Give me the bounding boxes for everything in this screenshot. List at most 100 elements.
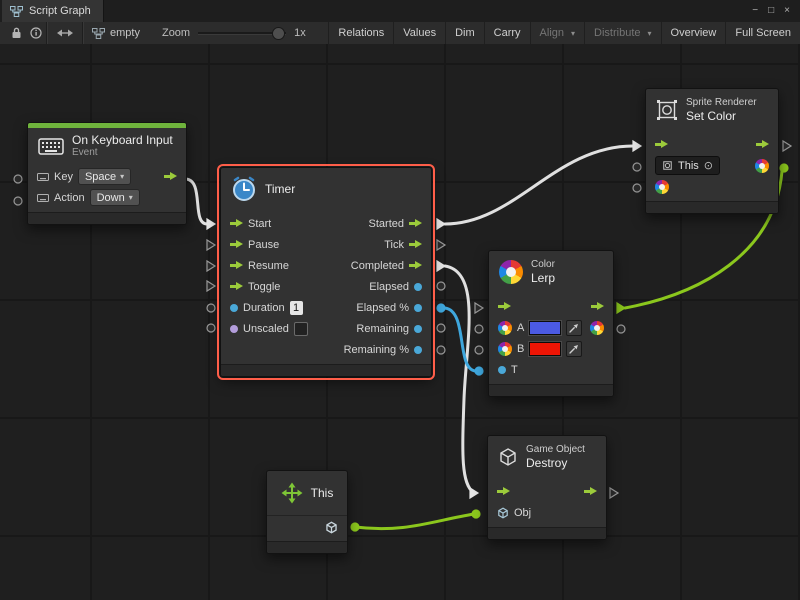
full-screen-button[interactable]: Full Screen (725, 22, 800, 44)
flow-in-arrow-icon[interactable] (230, 218, 243, 229)
zoom-slider[interactable] (196, 22, 288, 44)
flow-in-arrow-icon[interactable] (230, 239, 243, 250)
node-this[interactable]: This (266, 470, 348, 554)
flow-in-arrow-icon[interactable] (230, 260, 243, 271)
port-setcolor-target-in[interactable] (633, 163, 641, 171)
port-lerp-value-out[interactable] (617, 325, 625, 333)
key-dropdown[interactable]: Space (78, 168, 131, 185)
port-timer-remaining-out[interactable] (437, 324, 445, 332)
port-this-out[interactable] (351, 523, 359, 531)
port-setcolor-value-out[interactable] (780, 164, 788, 172)
flow-out-arrow-icon[interactable] (591, 301, 604, 312)
flow-out-arrow-icon[interactable] (409, 260, 422, 271)
node-destroy[interactable]: Game Object Destroy Obj (487, 435, 607, 540)
minimize-button[interactable]: − (752, 6, 758, 16)
value-port-icon[interactable] (498, 366, 506, 374)
port-timer-remaining-pct-out[interactable] (437, 346, 445, 354)
value-port-icon[interactable] (414, 325, 422, 333)
overview-button[interactable]: Overview (661, 22, 726, 44)
bool-port-icon[interactable] (230, 325, 238, 333)
color-a-swatch[interactable] (529, 321, 561, 335)
wire-keyboard-to-timer-start[interactable] (185, 179, 207, 224)
port-setcolor-flow-out[interactable] (783, 141, 791, 151)
relations-button[interactable]: Relations (328, 22, 393, 44)
port-lerp-b-in[interactable] (475, 346, 483, 354)
port-lerp-flow-in[interactable] (475, 303, 483, 313)
port-destroy-flow-in[interactable] (470, 488, 478, 498)
value-port-icon[interactable] (414, 304, 422, 312)
port-keyboard-action[interactable] (14, 197, 22, 205)
node-timer[interactable]: Timer Start Started Pause Tick Resume Co… (220, 167, 432, 377)
zoom-handle[interactable] (272, 27, 285, 40)
port-destroy-flow-out[interactable] (610, 488, 618, 498)
values-button[interactable]: Values (393, 22, 445, 44)
cube-icon (498, 447, 518, 467)
flow-out-arrow-icon[interactable] (584, 486, 597, 497)
unscaled-checkbox[interactable] (294, 322, 308, 336)
port-timer-started-out[interactable] (437, 219, 445, 229)
flow-out-arrow-icon[interactable] (409, 239, 422, 250)
graph-reference-field[interactable]: empty (84, 27, 148, 39)
key-value: Space (85, 171, 116, 183)
action-dropdown[interactable]: Down (90, 189, 140, 206)
flow-in-arrow-icon[interactable] (655, 139, 668, 150)
carry-button[interactable]: Carry (484, 22, 530, 44)
value-port-icon[interactable] (414, 283, 422, 291)
gameobject-out-port-icon[interactable] (325, 521, 338, 534)
port-timer-toggle-in[interactable] (207, 281, 215, 291)
node-on-keyboard-input[interactable]: On Keyboard Input Event Key Space Action… (27, 122, 187, 225)
flow-out-arrow-icon[interactable] (756, 139, 769, 150)
color-out-port-icon[interactable] (590, 321, 604, 335)
object-picker-icon[interactable] (704, 159, 713, 172)
flow-in-arrow-icon[interactable] (230, 281, 243, 292)
port-lerp-t-in[interactable] (475, 367, 483, 375)
info-icon[interactable] (26, 22, 46, 44)
port-destroy-obj-in[interactable] (472, 510, 480, 518)
target-field[interactable]: This (655, 156, 720, 175)
flow-out-arrow-icon[interactable] (409, 218, 422, 229)
value-port-icon[interactable] (230, 304, 238, 312)
port-timer-start-in[interactable] (207, 219, 215, 229)
port-keyboard-key[interactable] (14, 175, 22, 183)
lock-icon[interactable] (6, 22, 26, 44)
port-timer-elapsed-out[interactable] (437, 282, 445, 290)
node-color-lerp[interactable]: Color Lerp A (488, 250, 614, 397)
align-dropdown-button[interactable]: Align (530, 22, 584, 44)
close-button[interactable]: × (784, 6, 790, 16)
port-lerp-a-in[interactable] (475, 325, 483, 333)
gameobject-port-icon[interactable] (497, 507, 509, 519)
maximize-button[interactable]: □ (768, 6, 774, 16)
eyedropper-button[interactable] (566, 320, 582, 336)
graph-canvas[interactable]: On Keyboard Input Event Key Space Action… (0, 44, 800, 600)
wire-elapsed-pct-to-lerp-t[interactable] (445, 308, 475, 371)
port-timer-pause-in[interactable] (207, 240, 215, 250)
node-set-color[interactable]: Sprite Renderer Set Color This (645, 88, 779, 214)
eyedropper-button[interactable] (566, 341, 582, 357)
port-timer-resume-in[interactable] (207, 261, 215, 271)
port-lerp-result-out[interactable] (617, 303, 625, 313)
dim-button[interactable]: Dim (445, 22, 484, 44)
fit-view-icon[interactable] (48, 22, 82, 44)
wire-completed-to-destroy[interactable] (445, 266, 474, 493)
flow-in-arrow-icon[interactable] (497, 486, 510, 497)
port-setcolor-color-in[interactable] (633, 184, 641, 192)
port-timer-tick-out[interactable] (437, 240, 445, 250)
port-timer-elapsed-pct-out[interactable] (437, 304, 445, 312)
port-timer-completed-out[interactable] (437, 261, 445, 271)
wire-started-to-setcolor[interactable] (445, 146, 633, 224)
port-timer-unscaled-in[interactable] (207, 324, 215, 332)
port-timer-duration-in[interactable] (207, 304, 215, 312)
wire-this-to-destroy-obj[interactable] (355, 514, 474, 529)
trigger-out-arrow-icon[interactable] (164, 171, 177, 182)
value-port-icon[interactable] (414, 346, 422, 354)
duration-field[interactable]: 1 (290, 301, 303, 315)
tab-script-graph[interactable]: Script Graph (2, 0, 104, 22)
distribute-dropdown-button[interactable]: Distribute (584, 22, 660, 44)
color-port-icon[interactable] (498, 321, 512, 335)
color-out-port-icon[interactable] (755, 159, 769, 173)
color-in-port-icon[interactable] (655, 180, 669, 194)
color-b-swatch[interactable] (529, 342, 561, 356)
color-port-icon[interactable] (498, 342, 512, 356)
flow-in-arrow-icon[interactable] (498, 301, 511, 312)
port-setcolor-flow-in[interactable] (633, 141, 641, 151)
